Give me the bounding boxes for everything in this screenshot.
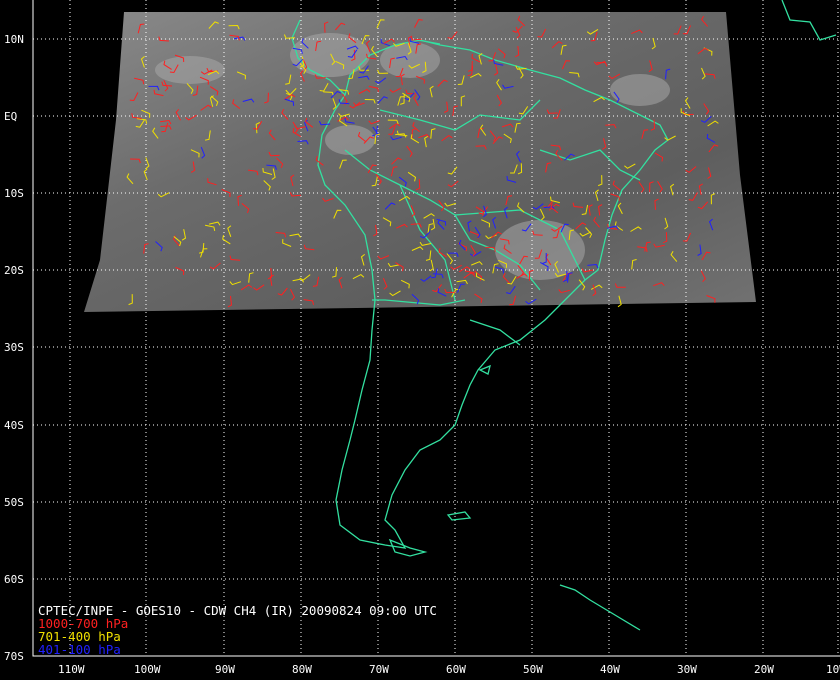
lon-label-40w: 40W [600,663,620,676]
lat-label-70s: 70S [4,650,24,663]
lon-label-10w: 10W [826,663,840,676]
lon-label-110w: 110W [58,663,85,676]
lat-label-30s: 30S [4,341,24,354]
lon-label-100w: 100W [134,663,161,676]
lat-label-eq: EQ [4,110,18,123]
lat-label-10n: 10N [4,33,24,46]
lon-label-70w: 70W [369,663,389,676]
lon-label-30w: 30W [677,663,697,676]
lat-label-10s: 10S [4,187,24,200]
legend-high-level: 401-100 hPa [38,642,121,657]
lon-label-50w: 50W [523,663,543,676]
map-canvas [32,0,840,657]
lon-label-20w: 20W [754,663,774,676]
lat-label-50s: 50S [4,496,24,509]
lat-label-60s: 60S [4,573,24,586]
lon-label-80w: 80W [292,663,312,676]
lat-label-20s: 20S [4,264,24,277]
lon-label-90w: 90W [215,663,235,676]
lat-label-40s: 40S [4,419,24,432]
caption: CPTEC/INPE - GOES10 - CDW CH4 (IR) 20090… [38,604,437,656]
lon-label-60w: 60W [446,663,466,676]
